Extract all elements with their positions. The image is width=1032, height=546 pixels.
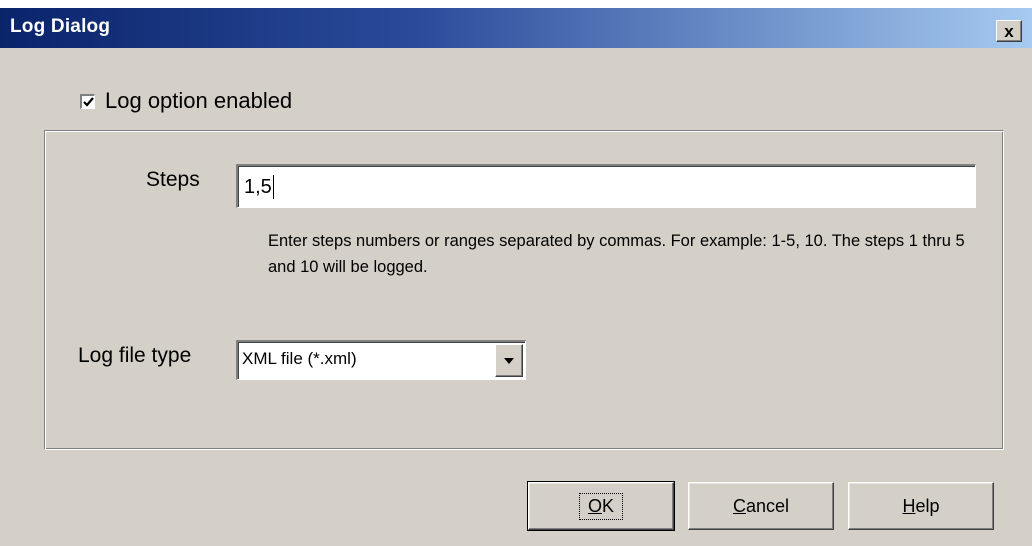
log-option-checkbox[interactable] — [80, 93, 95, 109]
text-caret — [272, 175, 274, 199]
steps-input-value: 1,5 — [244, 176, 272, 198]
steps-hint-text: Enter steps numbers or ranges separated … — [268, 232, 965, 276]
close-button[interactable]: x — [996, 20, 1022, 42]
log-file-type-value: XML file (*.xml) — [242, 349, 357, 368]
checkmark-icon — [83, 96, 94, 107]
ok-button-label: OK — [578, 492, 624, 520]
top-edge — [0, 0, 1032, 8]
close-icon: x — [1004, 21, 1014, 41]
log-option-label: Log option enabled — [105, 88, 293, 113]
cancel-button[interactable]: Cancel — [688, 482, 834, 530]
log-option-checkbox-row[interactable]: Log option enabled — [80, 88, 292, 114]
dropdown-arrow-button[interactable] — [495, 344, 523, 377]
chevron-down-icon — [504, 357, 514, 364]
title-bar[interactable]: Log Dialog x — [0, 8, 1032, 48]
cancel-button-label: Cancel — [732, 495, 790, 516]
help-button-label: Help — [902, 495, 940, 516]
log-file-type-label: Log file type — [78, 344, 192, 367]
steps-input[interactable]: 1,5 — [236, 164, 976, 208]
help-button[interactable]: Help — [848, 482, 994, 530]
log-file-type-select[interactable]: XML file (*.xml) — [236, 340, 526, 380]
window-title: Log Dialog — [10, 16, 111, 37]
steps-label: Steps — [146, 168, 200, 191]
ok-button[interactable]: OK — [527, 481, 675, 531]
log-dialog-window: Log Dialog x Log option enabled Steps 1,… — [0, 0, 1032, 546]
